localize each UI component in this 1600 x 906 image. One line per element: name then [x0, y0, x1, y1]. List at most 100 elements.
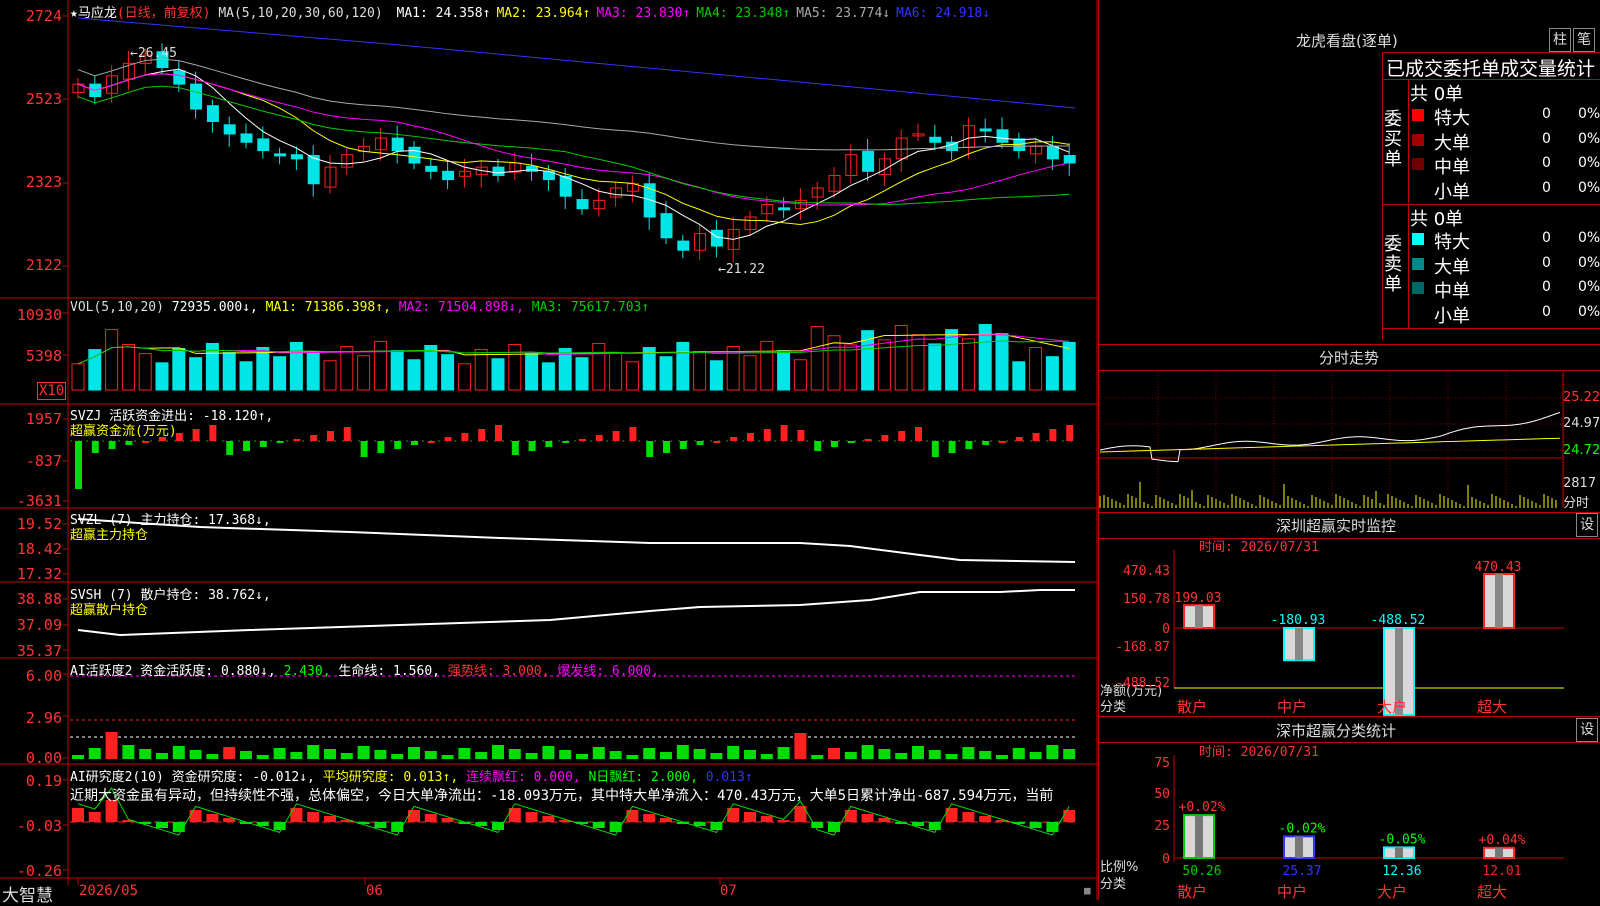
research-bar: [777, 820, 790, 822]
fund-flow-bar: [730, 437, 738, 441]
vol-ma3: MA3: 75617.703↑: [531, 300, 650, 315]
activity-bar: [928, 750, 941, 759]
activity-bar: [105, 732, 118, 759]
activity-bar: [508, 749, 521, 759]
activity-bar: [844, 752, 857, 759]
volume-bar: [928, 343, 942, 391]
activity-bar: [592, 747, 605, 759]
vol-header: VOL(5,10,20) 72935.000↓, MA1: 71386.398↑…: [70, 300, 649, 315]
ai-research-nday: N日飘红: 2.000,: [588, 770, 698, 785]
activity-bar: [357, 746, 370, 759]
class-bar-value: 25.37: [1282, 864, 1321, 879]
ai-research-value: AI研究度2(10) 资金研究度: -0.012↓,: [70, 770, 315, 785]
ai-activity-tick: 2.96: [25, 709, 62, 727]
high-value: 26.45: [137, 46, 177, 61]
volume-bar: [289, 341, 303, 391]
volume-bar: [541, 362, 555, 391]
candle-body: [576, 199, 589, 210]
activity-bar: [1029, 752, 1042, 759]
activity-bar: [676, 745, 689, 759]
price-tick: 2323: [25, 173, 62, 191]
research-bar: [408, 810, 420, 822]
fund-flow-bar: [881, 435, 889, 441]
activity-bar: [374, 750, 387, 759]
volume-bar: [625, 361, 639, 391]
vol-params: VOL(5,10,20): [70, 300, 164, 315]
kline-panel[interactable]: ★马应龙(日线，前复权) MA(5,10,20,30,60,120) MA1: …: [0, 0, 1098, 906]
activity-bar: [139, 749, 152, 759]
activity-bar: [895, 753, 908, 759]
fund-flow-bar: [595, 435, 603, 441]
volume-bar: [592, 342, 606, 391]
research-bar: [626, 810, 639, 822]
ma-legend-item: MA2: 23.964↑: [496, 6, 591, 21]
candle-body: [173, 70, 186, 85]
fund-flow-bar: [91, 441, 99, 453]
monitor-tick: 150.78: [1123, 592, 1170, 607]
fund-flow-bar: [343, 427, 351, 441]
class-category: 散户: [1177, 883, 1207, 900]
svzj-sub: 超赢资金流(万元): [70, 424, 177, 439]
ai-activity-tick: 0.00: [25, 749, 62, 767]
vol-tick: 10930: [16, 306, 62, 324]
chart-canvas[interactable]: [0, 0, 1098, 900]
lock-icon[interactable]: ■: [1084, 884, 1091, 897]
fund-flow-bar: [847, 441, 855, 443]
class-bar-shade: [1195, 815, 1203, 858]
activity-bar: [424, 751, 437, 759]
activity-bar: [307, 745, 320, 759]
fund-flow-bar: [209, 425, 217, 441]
volume-bar: [1045, 356, 1059, 391]
volume-bar: [810, 326, 824, 391]
volume-bar: [273, 356, 287, 391]
fund-flow-bar: [226, 441, 234, 455]
activity-bar: [492, 745, 504, 759]
volume-bar: [88, 349, 102, 391]
fund-flow-bar: [108, 441, 116, 449]
svzl-tick: 19.52: [16, 515, 62, 533]
fund-flow-bar: [612, 431, 620, 441]
monitor-bar-shade: [1495, 574, 1503, 628]
ai-research-tick: -0.03: [16, 817, 62, 835]
monitor-tick: -168.87: [1115, 640, 1170, 655]
activity-bar: [290, 752, 303, 759]
activity-bar: [828, 748, 840, 759]
ma2-line: [77, 73, 1070, 225]
activity-bar: [324, 749, 336, 759]
activity-bar: [206, 754, 219, 759]
candle-body: [929, 136, 942, 143]
activity-bar: [391, 754, 404, 759]
monitor-category: 中户: [1277, 698, 1307, 716]
fund-flow-bar: [646, 441, 654, 457]
activity-bar: [88, 748, 101, 759]
fund-flow-bar: [461, 433, 469, 441]
monitor-tick: 470.43: [1123, 564, 1170, 579]
fund-flow-bar: [259, 441, 267, 447]
activity-bar: [72, 755, 84, 759]
research-bar: [1063, 810, 1076, 822]
star-icon[interactable]: ★: [70, 6, 78, 21]
candle-body: [677, 240, 690, 251]
fund-flow-bar: [1015, 437, 1023, 441]
class-tick: 50: [1154, 787, 1170, 802]
activity-bar: [542, 746, 555, 759]
activity-bar: [1012, 748, 1025, 759]
class-category: 中户: [1277, 883, 1307, 900]
activity-bar: [340, 753, 353, 759]
fund-flow-bar: [763, 429, 771, 441]
volume-bar: [693, 351, 707, 391]
class-bar-delta: -0.02%: [1279, 821, 1326, 836]
svzl-sub: 超赢主力持仓: [70, 528, 149, 543]
intraday-price-line: [1099, 411, 1561, 463]
ma-legend-item: MA4: 23.348↑: [696, 6, 791, 21]
stock-name: 马应龙: [77, 6, 117, 21]
fund-flow-bar: [579, 439, 586, 441]
research-bar: [962, 812, 975, 822]
candle-body: [274, 153, 287, 157]
fund-flow-bar: [629, 427, 637, 441]
svsh-sub: 超赢散户持仓: [70, 603, 149, 618]
fund-flow-bar: [915, 427, 922, 441]
research-bar: [307, 812, 320, 822]
activity-bar: [660, 752, 672, 759]
monitor-tick: 0: [1162, 622, 1170, 637]
